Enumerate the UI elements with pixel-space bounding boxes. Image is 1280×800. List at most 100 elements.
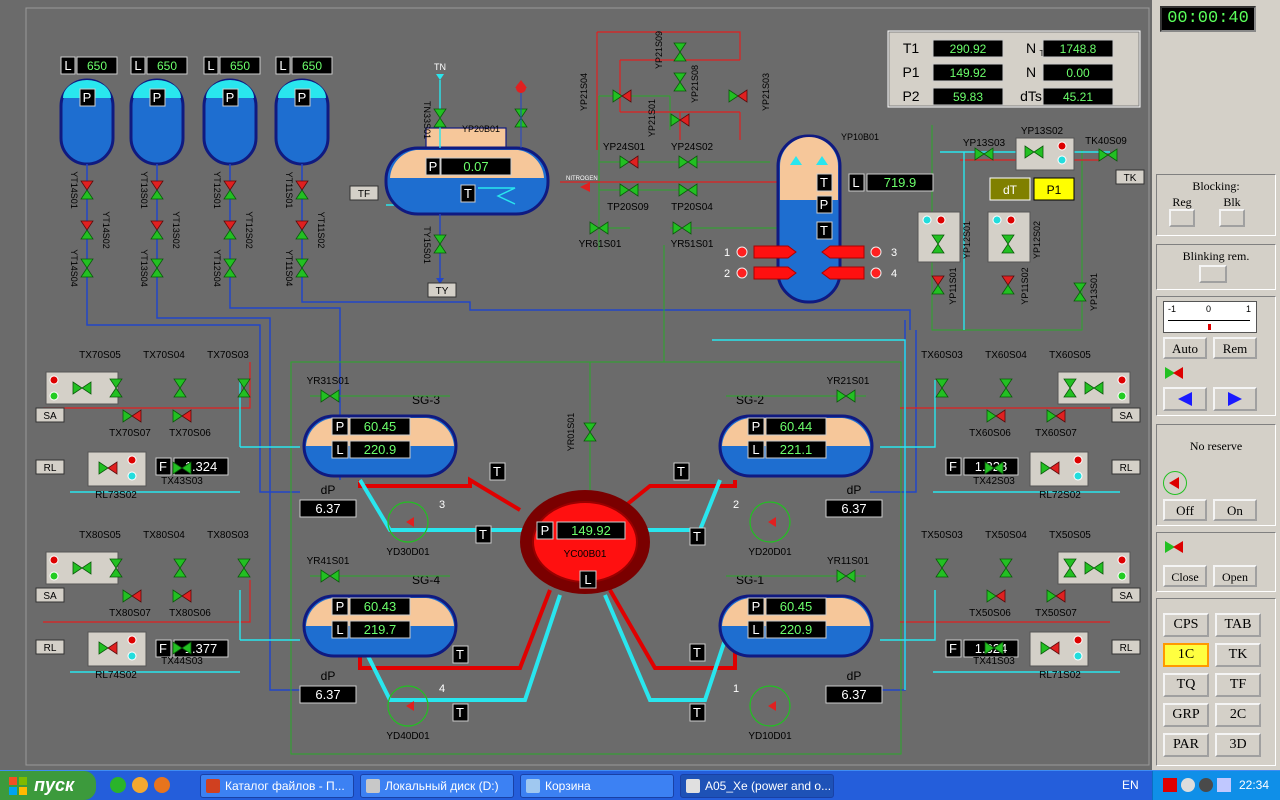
- language-indicator[interactable]: EN: [1122, 778, 1139, 792]
- steam-valve-icon[interactable]: [935, 558, 949, 578]
- reg-button[interactable]: [1169, 209, 1195, 227]
- steam-valve-icon[interactable]: [986, 409, 1006, 423]
- dp-label: dP: [847, 669, 862, 683]
- accumulator-valve-b-icon[interactable]: [80, 220, 94, 240]
- start-button[interactable]: пуск: [0, 771, 96, 800]
- accumulator-valve-a-icon[interactable]: [295, 180, 309, 200]
- sg-level-value: 221.1: [780, 442, 813, 457]
- right-arrow-button[interactable]: [1213, 387, 1257, 411]
- accumulator-valve-a-icon[interactable]: [150, 180, 164, 200]
- ty-label[interactable]: TY: [436, 286, 449, 297]
- heater-3-label: 3: [891, 247, 897, 259]
- accumulator-valve-a-icon[interactable]: [80, 180, 94, 200]
- tn-label: TN: [434, 62, 446, 72]
- steam-valve-label: TX50S07: [1035, 608, 1077, 619]
- tray-icon-2[interactable]: [1181, 778, 1195, 792]
- sg-valve-icon[interactable]: [320, 389, 340, 403]
- opera-icon: [206, 779, 220, 793]
- accumulator-valve-b-icon[interactable]: [295, 220, 309, 240]
- left-arrow-button[interactable]: [1163, 387, 1207, 411]
- task-local-disk[interactable]: Локальный диск (D:): [360, 774, 514, 798]
- nav-button-tk[interactable]: TK: [1215, 643, 1261, 667]
- accumulator-valve-c-icon[interactable]: [150, 258, 164, 278]
- sg-p-tag: P: [336, 599, 345, 614]
- steam-valve-icon[interactable]: [237, 558, 251, 578]
- pump-label: YD20D01: [748, 547, 792, 558]
- steam-valve-icon[interactable]: [172, 409, 192, 423]
- nav-button-3d[interactable]: 3D: [1215, 733, 1261, 757]
- open-button[interactable]: Open: [1213, 565, 1257, 587]
- param-value-5: 45.21: [1063, 90, 1093, 104]
- steam-valve-icon[interactable]: [122, 409, 142, 423]
- accumulator-valve-c-icon[interactable]: [80, 258, 94, 278]
- nav-button-2c[interactable]: 2C: [1215, 703, 1261, 727]
- steam-valve-icon[interactable]: [173, 378, 187, 398]
- accumulator-valve-b-icon[interactable]: [150, 220, 164, 240]
- accumulator-p-tag: P: [298, 90, 307, 105]
- dt-button[interactable]: dT: [1003, 183, 1018, 197]
- steam-valve-label: TX43S03: [161, 476, 203, 487]
- steam-valve-icon[interactable]: [986, 589, 1006, 603]
- dp-value: 6.37: [315, 501, 340, 516]
- heater-1-label: 1: [724, 247, 730, 259]
- task-file-catalog[interactable]: Каталог файлов - П...: [200, 774, 354, 798]
- steam-generator-name: SG-2: [736, 393, 764, 407]
- pressurizer-t1-tag: T: [820, 175, 828, 190]
- tray-icon-1[interactable]: [1163, 778, 1177, 792]
- sg-p-tag: P: [752, 419, 761, 434]
- accumulator-valve-b-label: YT14S02: [101, 211, 111, 249]
- off-button[interactable]: Off: [1163, 499, 1207, 521]
- task-a05-xe[interactable]: A05_Xe (power and o...: [680, 774, 834, 798]
- close-button[interactable]: Close: [1163, 565, 1207, 587]
- nav-button-tq[interactable]: TQ: [1163, 673, 1209, 697]
- valve-label-yp11s02: YP11S02: [1020, 267, 1030, 304]
- sg-valve-icon[interactable]: [320, 569, 340, 583]
- quicklaunch-firefox-icon[interactable]: [154, 777, 170, 793]
- p1-button[interactable]: P1: [1047, 183, 1062, 197]
- steam-valve-label: TX50S04: [985, 530, 1027, 541]
- nitrogen-label: NITROGEN: [566, 176, 598, 182]
- nav-button-1c[interactable]: 1C: [1163, 643, 1209, 667]
- accumulator-valve-c-icon[interactable]: [223, 258, 237, 278]
- accumulator-valve-b-icon[interactable]: [223, 220, 237, 240]
- steam-valve-icon[interactable]: [122, 589, 142, 603]
- steam-valve-icon[interactable]: [935, 378, 949, 398]
- accumulator-valve-a-icon[interactable]: [223, 180, 237, 200]
- blinking-rem-button[interactable]: [1199, 265, 1227, 283]
- accumulator-valve-b-label: YT11S02: [316, 212, 326, 249]
- auto-button[interactable]: Auto: [1163, 337, 1207, 359]
- tray-icon-3[interactable]: [1199, 778, 1213, 792]
- tray-icon-4[interactable]: [1217, 778, 1231, 792]
- nav-button-tf[interactable]: TF: [1215, 673, 1261, 697]
- on-button[interactable]: On: [1213, 499, 1257, 521]
- sg-level-value: 220.9: [780, 622, 813, 637]
- steam-valve-label: TX70S06: [169, 428, 211, 439]
- nav-button-tab[interactable]: TAB: [1215, 613, 1261, 637]
- nav-button-cps[interactable]: CPS: [1163, 613, 1209, 637]
- blk-button[interactable]: [1219, 209, 1245, 227]
- steam-valve-icon[interactable]: [999, 558, 1013, 578]
- task-recycle-bin[interactable]: Корзина: [520, 774, 674, 798]
- sg-valve-icon[interactable]: [836, 569, 856, 583]
- sg-valve-icon[interactable]: [836, 389, 856, 403]
- nav-button-par[interactable]: PAR: [1163, 733, 1209, 757]
- steam-valve-icon[interactable]: [1046, 409, 1066, 423]
- sg-pressure-value: 60.45: [780, 599, 813, 614]
- task-label: A05_Xe (power and o...: [705, 779, 832, 793]
- nav-button-grp[interactable]: GRP: [1163, 703, 1209, 727]
- steam-valve-icon[interactable]: [173, 558, 187, 578]
- relief-valve-label: RL72S02: [1039, 490, 1081, 501]
- valve-label-yp21s04: YP21S04: [579, 73, 589, 111]
- gauge-mid: 0: [1206, 304, 1212, 314]
- steam-valve-icon[interactable]: [999, 378, 1013, 398]
- steam-valve-icon[interactable]: [172, 589, 192, 603]
- accumulator-valve-c-icon[interactable]: [295, 258, 309, 278]
- valve-label-tk40s09: TK40S09: [1085, 136, 1127, 147]
- quicklaunch-mail-icon[interactable]: [132, 777, 148, 793]
- quicklaunch-messenger-icon[interactable]: [110, 777, 126, 793]
- steam-valve-icon[interactable]: [1046, 589, 1066, 603]
- accumulator-l-tag: L: [207, 58, 214, 73]
- rem-button[interactable]: Rem: [1213, 337, 1257, 359]
- tf-label[interactable]: TF: [358, 189, 370, 200]
- tk-label[interactable]: TK: [1124, 173, 1137, 184]
